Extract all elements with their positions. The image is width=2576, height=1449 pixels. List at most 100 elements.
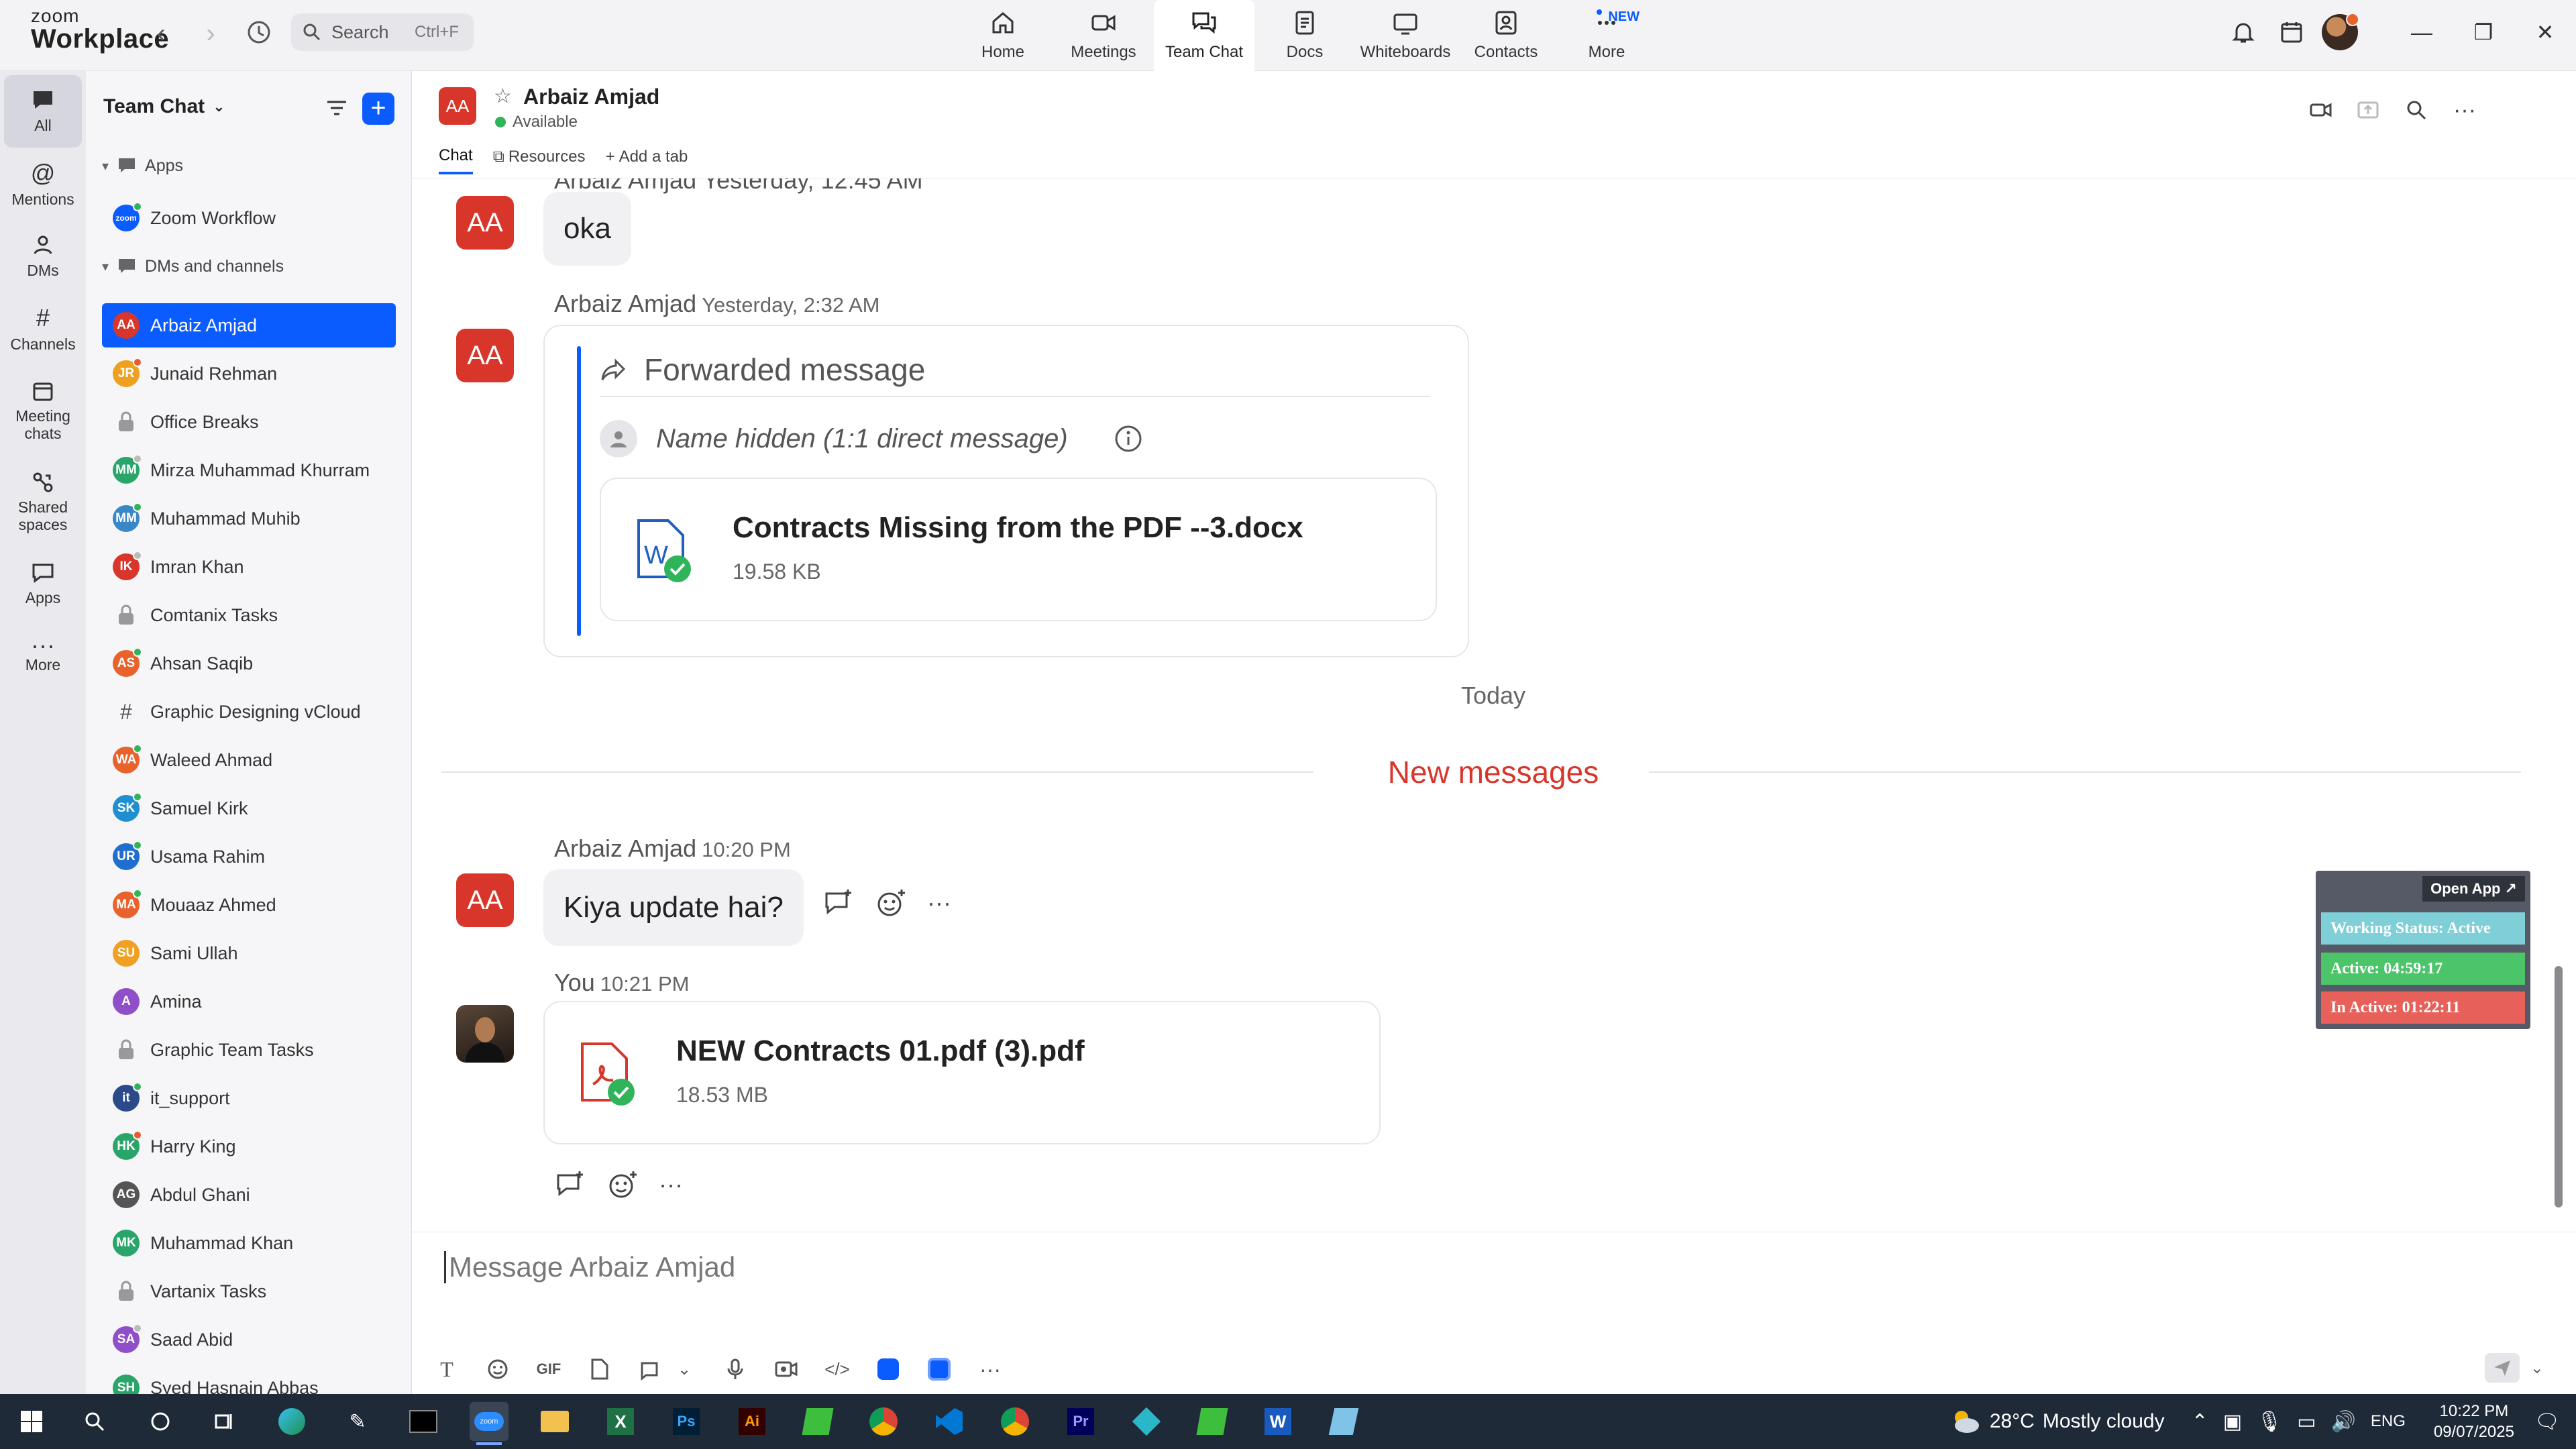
emoji-reaction-icon[interactable]	[606, 1169, 639, 1201]
sidebar-item[interactable]: A Amina	[102, 979, 396, 1024]
taskbar-search-icon[interactable]	[75, 1402, 114, 1441]
rail-more[interactable]: ··· More	[4, 620, 82, 692]
zoom-taskbar-icon[interactable]: zoom	[470, 1402, 508, 1445]
section-dms-channels[interactable]: ▾ DMs and channels	[102, 256, 284, 276]
emoji-icon[interactable]	[483, 1354, 513, 1384]
search-input[interactable]: Search Ctrl+F	[291, 13, 474, 51]
nav-home[interactable]: Home	[953, 0, 1053, 71]
message-scrollbar[interactable]	[2552, 188, 2565, 1208]
more-tools-icon[interactable]: ···	[975, 1354, 1005, 1384]
weather-widget[interactable]: 28°C Mostly cloudy	[1948, 1408, 2165, 1435]
notepad-icon[interactable]	[1324, 1402, 1363, 1441]
rail-meeting-chats[interactable]: Meeting chats	[4, 365, 82, 456]
chevron-down-icon[interactable]: ⌄	[2530, 1358, 2544, 1378]
team-chat-title[interactable]: Team Chat ⌄	[103, 95, 225, 118]
language-indicator[interactable]: ENG	[2371, 1412, 2406, 1431]
sidebar-item[interactable]: AS Ahsan Saqib	[102, 641, 396, 686]
sidebar-item[interactable]: AG Abdul Ghani	[102, 1173, 396, 1217]
word-icon[interactable]: W	[1258, 1402, 1297, 1441]
minimize-icon[interactable]: —	[2391, 0, 2453, 64]
photoshop-icon[interactable]: Ps	[667, 1402, 706, 1441]
sidebar-item[interactable]: SK Samuel Kirk	[102, 786, 396, 830]
rail-dms[interactable]: DMs	[4, 220, 82, 292]
clock[interactable]: 10:22 PM 09/07/2025	[2420, 1401, 2528, 1442]
windows-start-icon[interactable]	[12, 1402, 51, 1441]
more-actions-icon[interactable]: ···	[659, 1171, 683, 1199]
calendar-icon[interactable]	[2267, 0, 2316, 64]
sidebar-item[interactable]: SU Sami Ullah	[102, 931, 396, 975]
sidebar-item[interactable]: Office Breaks	[102, 400, 396, 444]
rail-mentions[interactable]: @ Mentions	[4, 148, 82, 220]
sidebar-item[interactable]: WA Waleed Ahmad	[102, 738, 396, 782]
sidebar-item[interactable]: JR Junaid Rehman	[102, 352, 396, 396]
file-explorer-icon[interactable]	[535, 1402, 574, 1441]
nav-team-chat[interactable]: Team Chat	[1154, 0, 1254, 71]
sidebar-item[interactable]: Vartanix Tasks	[102, 1269, 396, 1313]
pen-app-icon[interactable]: ✎	[338, 1402, 377, 1441]
sidebar-item-zoom-workflow[interactable]: zoom Zoom Workflow	[102, 196, 396, 240]
sender-avatar[interactable]: AA	[456, 329, 514, 382]
star-icon[interactable]: ☆	[494, 85, 512, 108]
more-options-icon[interactable]: ···	[2449, 94, 2481, 126]
my-avatar[interactable]	[456, 1005, 514, 1063]
sidebar-item[interactable]: SA Saad Abid	[102, 1318, 396, 1362]
nav-more[interactable]: NEW More	[1556, 0, 1657, 71]
sidebar-item[interactable]: it it_support	[102, 1076, 396, 1120]
chrome-icon[interactable]	[864, 1402, 903, 1441]
message-bubble[interactable]: Kiya update hai?	[543, 869, 804, 946]
open-app-button[interactable]: Open App ↗	[2422, 876, 2525, 902]
diamond-app-icon[interactable]	[1127, 1402, 1166, 1441]
cortana-icon[interactable]	[141, 1402, 180, 1441]
app-chat-icon[interactable]	[924, 1354, 954, 1384]
illustrator-icon[interactable]: Ai	[733, 1402, 771, 1441]
reply-thread-icon[interactable]	[554, 1169, 586, 1201]
more-actions-icon[interactable]: ···	[927, 889, 951, 917]
rail-channels[interactable]: # Channels	[4, 292, 82, 365]
sender-avatar[interactable]: AA	[456, 196, 514, 250]
sidebar-item[interactable]: IK Imran Khan	[102, 545, 396, 589]
rail-shared-spaces[interactable]: Shared spaces	[4, 456, 82, 547]
maximize-icon[interactable]: ❐	[2453, 0, 2514, 64]
nav-meetings[interactable]: Meetings	[1053, 0, 1154, 71]
excel-icon[interactable]: X	[601, 1402, 640, 1441]
sidebar-item[interactable]: Graphic Team Tasks	[102, 1028, 396, 1072]
rail-apps[interactable]: Apps	[4, 547, 82, 620]
file-attachment-docx[interactable]: W Contracts Missing from the PDF --3.doc…	[600, 478, 1437, 621]
premiere-icon[interactable]: Pr	[1061, 1402, 1100, 1441]
sidebar-item[interactable]: HK Harry King	[102, 1124, 396, 1169]
sender-avatar[interactable]: AA	[456, 873, 514, 927]
sidebar-item[interactable]: SH Syed Hasnain Abbas	[102, 1366, 396, 1394]
vscode-icon[interactable]	[930, 1402, 969, 1441]
green-app-2-icon[interactable]	[1193, 1402, 1232, 1441]
gif-button[interactable]: GIF	[534, 1354, 564, 1384]
tab-add[interactable]: + Add a tab	[606, 146, 688, 174]
forward-arrow-icon[interactable]: ›	[195, 19, 227, 49]
green-app-icon[interactable]	[798, 1402, 837, 1441]
terminal-icon[interactable]	[404, 1402, 443, 1441]
app-blue-icon[interactable]	[873, 1354, 903, 1384]
back-arrow-icon[interactable]: ‹	[145, 19, 177, 49]
file-icon[interactable]	[585, 1354, 614, 1384]
contact-avatar[interactable]: AA	[439, 87, 476, 125]
meet-now-icon[interactable]: ▣	[2223, 1410, 2242, 1434]
microphone-icon[interactable]	[720, 1354, 750, 1384]
close-icon[interactable]: ✕	[2514, 0, 2576, 64]
sidebar-item[interactable]: # Graphic Designing vCloud	[102, 690, 396, 734]
file-attachment-pdf[interactable]: NEW Contracts 01.pdf (3).pdf 18.53 MB	[543, 1001, 1381, 1144]
sidebar-item[interactable]: AA Arbaiz Amjad	[102, 303, 396, 347]
notifications-bell-icon[interactable]	[2219, 0, 2267, 64]
user-avatar[interactable]	[2316, 0, 2364, 64]
notifications-icon[interactable]: 🗨	[2534, 1410, 2560, 1434]
microphone-tray-icon[interactable]: 🎙	[2257, 1410, 2282, 1434]
text-format-icon[interactable]: T	[432, 1354, 462, 1384]
screenshot-icon[interactable]	[636, 1354, 665, 1384]
edge-browser-icon[interactable]	[272, 1402, 311, 1441]
message-input[interactable]: Message Arbaiz Amjad	[444, 1251, 735, 1283]
sidebar-item[interactable]: MM Muhammad Muhib	[102, 496, 396, 541]
message-bubble[interactable]: oka	[543, 192, 631, 266]
search-icon[interactable]	[2400, 94, 2432, 126]
video-message-icon[interactable]	[771, 1354, 801, 1384]
sidebar-item[interactable]: UR Usama Rahim	[102, 835, 396, 879]
chevron-down-icon[interactable]: ⌄	[669, 1354, 699, 1384]
video-call-icon[interactable]	[2305, 94, 2337, 126]
